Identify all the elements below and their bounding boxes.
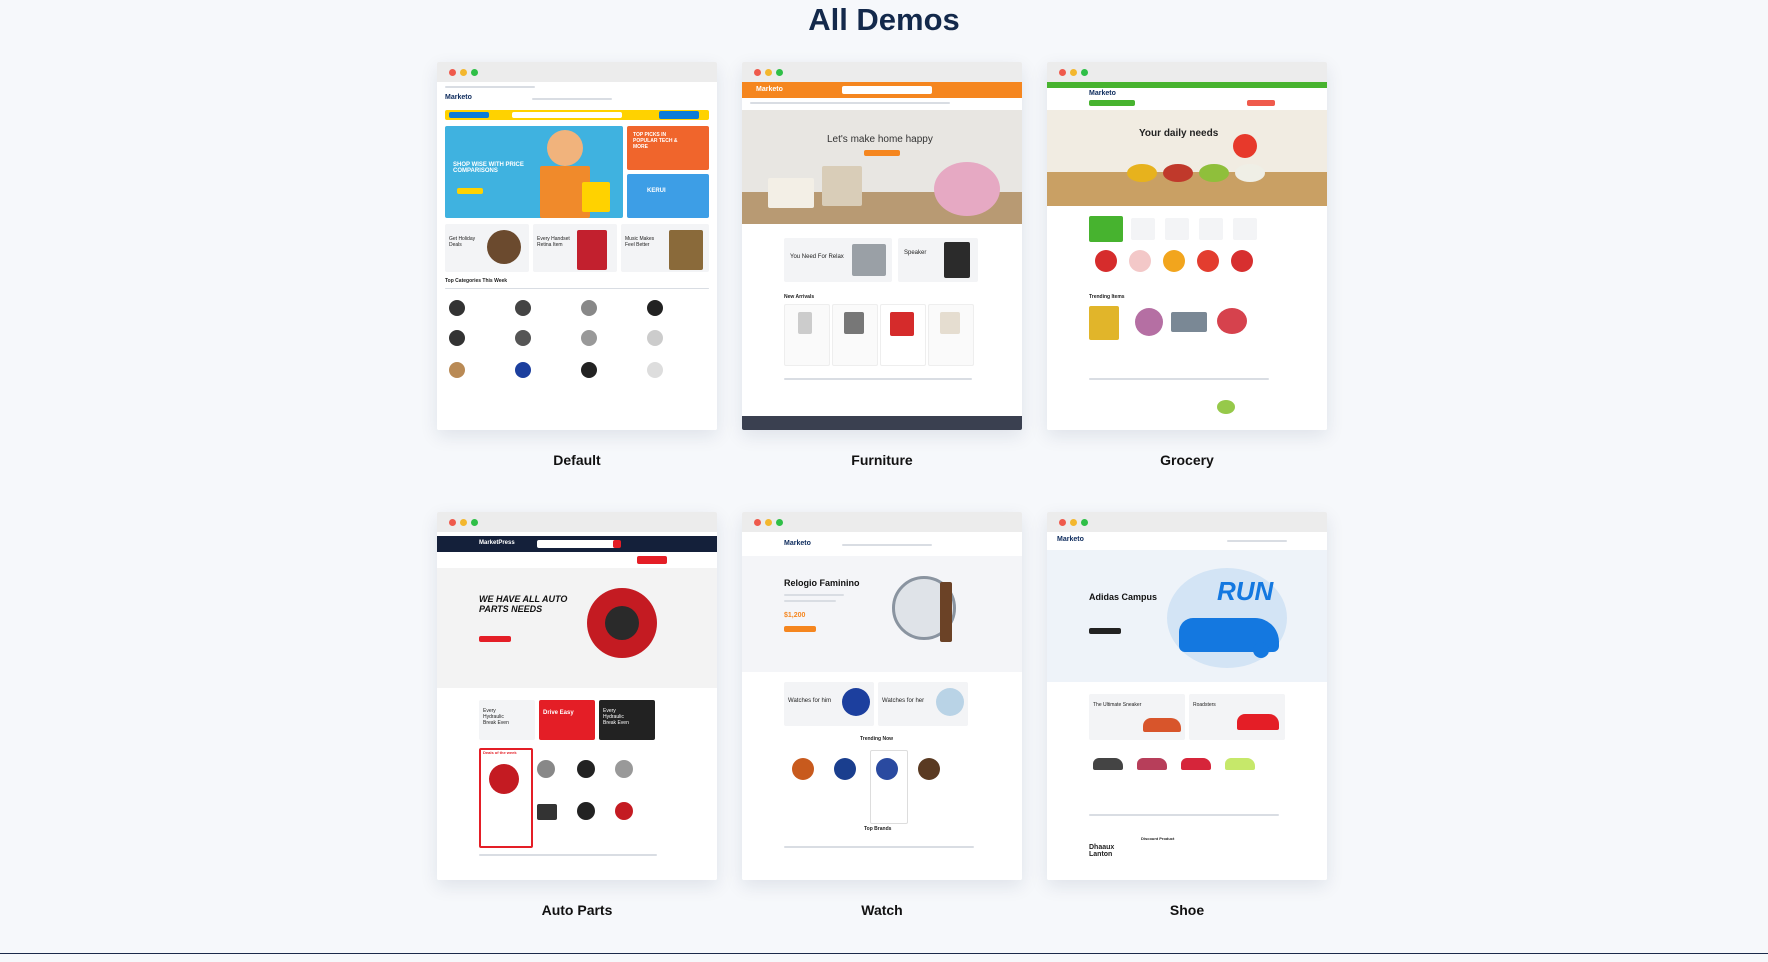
preview-promo-3: Music Makes Feel Better	[625, 236, 655, 248]
maximize-dot-icon	[471, 518, 478, 526]
preview-promo-2: Drive Easy	[543, 710, 574, 716]
preview-hero-title: Relogio Faminino	[784, 578, 860, 588]
preview-side-promo-1: TOP PICKS IN POPULAR TECH & MORE	[633, 132, 678, 150]
close-dot-icon	[1059, 68, 1066, 76]
close-dot-icon	[449, 518, 456, 526]
demo-label[interactable]: Default	[437, 452, 717, 468]
demo-card-shoe[interactable]: Marketo Adidas Campus RUN The Ultimate S…	[1047, 512, 1327, 962]
demo-card-grocery[interactable]: Marketo Your daily needs Trending Items …	[1047, 62, 1327, 512]
preview-promo-1: Watches for him	[788, 698, 832, 704]
demo-label[interactable]: Watch	[742, 902, 1022, 918]
browser-frame: Marketo Let's make home happy You Need F…	[742, 62, 1022, 430]
maximize-dot-icon	[1081, 68, 1088, 76]
maximize-dot-icon	[471, 68, 478, 76]
preview-hero-title: Adidas Campus	[1089, 592, 1158, 602]
demo-card-furniture[interactable]: Marketo Let's make home happy You Need F…	[742, 62, 1022, 512]
preview-logo: Marketo	[445, 94, 472, 101]
preview-banner-headline: SHOP WISE WITH PRICE COMPARISONS	[453, 162, 524, 174]
preview-promo-2: Watches for her	[882, 698, 925, 704]
preview-promo-2: Speaker	[904, 250, 927, 256]
preview-hero-text: WE HAVE ALL AUTO PARTS NEEDS	[479, 594, 568, 614]
maximize-dot-icon	[1081, 518, 1088, 526]
preview-promo-1: The Ultimate Sneaker	[1093, 702, 1142, 708]
demo-preview-furniture: Marketo Let's make home happy You Need F…	[742, 82, 1022, 430]
demos-grid: Marketo SHOP WISE WITH PRICE COMPARISONS…	[437, 62, 1327, 962]
close-dot-icon	[754, 68, 761, 76]
browser-frame: Marketo SHOP WISE WITH PRICE COMPARISONS…	[437, 62, 717, 430]
demo-label[interactable]: Auto Parts	[437, 902, 717, 918]
preview-hero-word: RUN	[1217, 576, 1274, 606]
close-dot-icon	[449, 68, 456, 76]
preview-brands-heading: Top Brands	[864, 826, 892, 832]
demo-preview-grocery: Marketo Your daily needs Trending Items	[1047, 82, 1327, 430]
preview-section-heading: New Arrivals	[784, 294, 815, 300]
browser-toolbar	[1047, 62, 1327, 82]
preview-logo: Marketo	[784, 540, 811, 547]
browser-frame: Marketo Adidas Campus RUN The Ultimate S…	[1047, 512, 1327, 880]
demo-preview-auto-parts: MarketPress WE HAVE ALL AUTO PARTS NEEDS…	[437, 532, 717, 880]
preview-section-heading: Top Categories This Week	[445, 278, 508, 284]
minimize-dot-icon	[765, 68, 772, 76]
demo-card-default[interactable]: Marketo SHOP WISE WITH PRICE COMPARISONS…	[437, 62, 717, 512]
browser-toolbar	[437, 62, 717, 82]
browser-frame: Marketo Relogio Faminino $1,200 Watches …	[742, 512, 1022, 880]
preview-promo-1: Get Holiday Deals	[449, 236, 476, 248]
close-dot-icon	[1059, 518, 1066, 526]
section-title: All Demos	[808, 2, 960, 37]
preview-section-heading: Discount Product	[1141, 836, 1175, 841]
browser-toolbar	[742, 512, 1022, 532]
close-dot-icon	[754, 518, 761, 526]
minimize-dot-icon	[1070, 518, 1077, 526]
maximize-dot-icon	[776, 68, 783, 76]
minimize-dot-icon	[460, 68, 467, 76]
preview-promo-1: You Need For Relax	[790, 254, 844, 260]
demo-label[interactable]: Furniture	[742, 452, 1022, 468]
preview-hero-text: Your daily needs	[1139, 128, 1219, 139]
demo-label[interactable]: Shoe	[1047, 902, 1327, 918]
browser-toolbar	[1047, 512, 1327, 532]
preview-logo: Marketo	[1057, 536, 1084, 543]
demo-preview-default: Marketo SHOP WISE WITH PRICE COMPARISONS…	[437, 82, 717, 430]
preview-promo-2: Roadsters	[1193, 702, 1216, 708]
preview-hero-text: Let's make home happy	[827, 134, 933, 145]
preview-section-heading: Deals of the week	[483, 750, 517, 755]
minimize-dot-icon	[1070, 68, 1077, 76]
preview-side-promo-2: KERUI	[647, 188, 666, 194]
browser-frame: MarketPress WE HAVE ALL AUTO PARTS NEEDS…	[437, 512, 717, 880]
minimize-dot-icon	[460, 518, 467, 526]
preview-section-heading: Trending Now	[860, 736, 894, 742]
preview-promo-1: Every Hydraulic Break Even	[483, 708, 509, 726]
browser-toolbar	[742, 62, 1022, 82]
preview-promo-3: Every Hydraulic Break Even	[603, 708, 629, 726]
preview-hero-price: $1,200	[784, 612, 806, 619]
preview-logo: Marketo	[756, 86, 783, 93]
preview-section-heading: Trending Items	[1089, 294, 1125, 300]
browser-frame: Marketo Your daily needs Trending Items	[1047, 62, 1327, 430]
preview-logo: Marketo	[1089, 90, 1116, 97]
preview-bottom-text: Dhaaux Lanton	[1089, 844, 1115, 858]
preview-logo: MarketPress	[479, 540, 515, 546]
preview-promo-2: Every Handset Retina Item	[537, 236, 570, 248]
demo-preview-shoe: Marketo Adidas Campus RUN The Ultimate S…	[1047, 532, 1327, 880]
demo-preview-watch: Marketo Relogio Faminino $1,200 Watches …	[742, 532, 1022, 880]
demo-label[interactable]: Grocery	[1047, 452, 1327, 468]
demo-card-watch[interactable]: Marketo Relogio Faminino $1,200 Watches …	[742, 512, 1022, 962]
minimize-dot-icon	[765, 518, 772, 526]
browser-toolbar	[437, 512, 717, 532]
demos-section: All Demos Marketo SHOP WISE WITH PRICE C…	[0, 0, 1768, 954]
demo-card-auto-parts[interactable]: MarketPress WE HAVE ALL AUTO PARTS NEEDS…	[437, 512, 717, 962]
maximize-dot-icon	[776, 518, 783, 526]
